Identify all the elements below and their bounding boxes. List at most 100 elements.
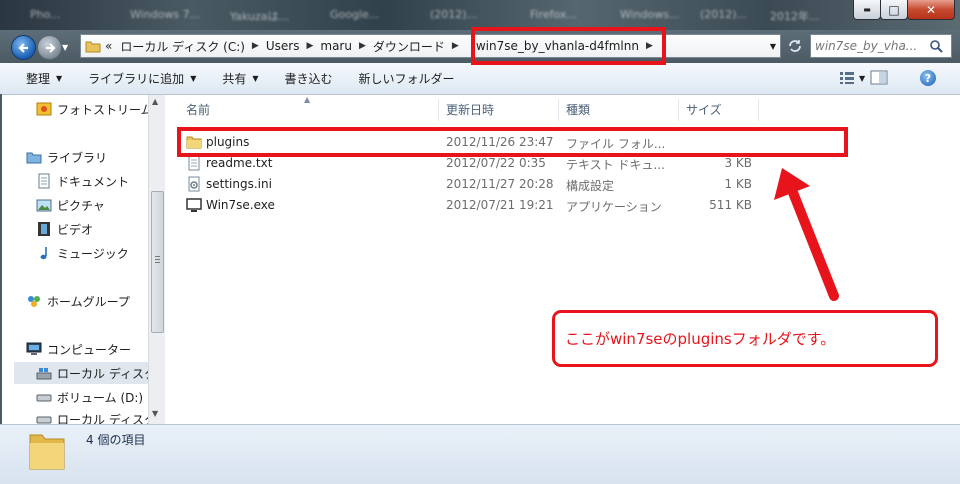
chevron-down-icon: ▼ bbox=[56, 74, 63, 83]
share-label: 共有 bbox=[222, 72, 247, 86]
close-button[interactable]: ✕ bbox=[907, 0, 955, 20]
picture-icon bbox=[36, 197, 52, 213]
new-folder-label: 新しいフォルダー bbox=[358, 72, 455, 86]
folder-icon bbox=[85, 41, 101, 53]
breadcrumb-chevron-icon[interactable]: ▶ bbox=[303, 41, 316, 51]
nav-item-label: コンピューター bbox=[47, 342, 132, 357]
nav-item-label: ローカル ディスク bbox=[57, 412, 148, 425]
navigation-pane: フォトストリーム ライブラリ ドキュメント ピクチャ ビデオ ミュージック ホー… bbox=[14, 95, 148, 424]
folder-icon bbox=[28, 429, 66, 474]
search-icon[interactable] bbox=[929, 39, 943, 53]
navigation-scrollbar[interactable]: ▲ ▼ bbox=[148, 95, 165, 424]
annotation-arrow-icon bbox=[774, 168, 839, 301]
breadcrumb-downloads[interactable]: ダウンロード bbox=[369, 38, 449, 55]
command-bar: 整理 ▼ ライブラリに追加 ▼ 共有 ▼ 書き込む 新しいフォルダー ▼ ? bbox=[0, 63, 960, 95]
breadcrumb-overflow[interactable]: « bbox=[101, 39, 116, 53]
homegroup-icon bbox=[26, 293, 42, 309]
item-count: 4 個の項目 bbox=[86, 433, 146, 447]
nav-item-volume-d[interactable]: ボリューム (D:) bbox=[36, 386, 143, 408]
column-header-type[interactable]: 種類 bbox=[566, 101, 590, 118]
nav-item-computer[interactable]: コンピューター bbox=[26, 338, 131, 360]
preview-pane-button[interactable] bbox=[870, 70, 888, 89]
share-button[interactable]: 共有 ▼ bbox=[214, 70, 266, 87]
recent-pages-caret-icon[interactable]: ▼ bbox=[62, 43, 68, 52]
column-divider[interactable] bbox=[558, 99, 559, 121]
column-header-name[interactable]: 名前 bbox=[186, 101, 210, 118]
annotation-text: ここがwin7seのpluginsフォルダです。 bbox=[565, 330, 836, 348]
details-pane: 4 個の項目 bbox=[0, 424, 960, 484]
refresh-button[interactable] bbox=[785, 36, 805, 56]
nav-item-documents[interactable]: ドキュメント bbox=[36, 170, 129, 192]
video-icon bbox=[36, 221, 52, 237]
nav-item-library[interactable]: ライブラリ bbox=[26, 146, 107, 168]
blurred-tab-title: Windows 7... bbox=[130, 8, 201, 21]
minimize-button[interactable]: ▬ bbox=[853, 0, 881, 20]
back-arrow-icon bbox=[17, 42, 28, 53]
nav-item-pictures[interactable]: ピクチャ bbox=[36, 194, 105, 216]
column-header-modified[interactable]: 更新日時 bbox=[446, 101, 494, 118]
annotation-plugins-highlight bbox=[177, 127, 848, 157]
help-icon[interactable]: ? bbox=[920, 70, 936, 86]
blurred-tab-title: Windows... bbox=[620, 8, 680, 21]
refresh-icon bbox=[789, 40, 801, 52]
add-to-library-button[interactable]: ライブラリに追加 ▼ bbox=[80, 70, 204, 87]
nav-item-local-disk[interactable]: ローカル ディスク bbox=[36, 408, 148, 424]
annotation-callout: ここがwin7seのpluginsフォルダです。 bbox=[552, 310, 938, 367]
file-type: 構成設定 bbox=[566, 179, 615, 193]
breadcrumb-users[interactable]: Users bbox=[262, 39, 304, 53]
scroll-thumb[interactable] bbox=[151, 191, 164, 333]
nav-item-music[interactable]: ミュージック bbox=[36, 242, 129, 264]
minimize-icon: ▬ bbox=[863, 5, 871, 14]
blurred-tab-title: Google... bbox=[330, 8, 380, 21]
annotation-address-highlight bbox=[471, 27, 666, 65]
nav-item-homegroup[interactable]: ホームグループ bbox=[26, 290, 130, 312]
search-input[interactable] bbox=[811, 38, 929, 54]
view-list-icon bbox=[840, 72, 854, 84]
scroll-up-icon[interactable]: ▲ bbox=[152, 97, 158, 106]
breadcrumb-chevron-icon[interactable]: ▶ bbox=[249, 41, 262, 51]
maximize-button[interactable]: □ bbox=[880, 0, 908, 20]
text-file-icon bbox=[186, 155, 202, 174]
organize-button[interactable]: 整理 ▼ bbox=[18, 70, 70, 87]
settings-file-icon bbox=[186, 176, 202, 195]
nav-item-photostream[interactable]: フォトストリーム bbox=[36, 98, 148, 120]
chevron-down-icon: ▼ bbox=[252, 74, 259, 83]
column-header-size[interactable]: サイズ bbox=[686, 101, 722, 118]
nav-item-local-disk-c[interactable]: ローカル ディスク (C:) bbox=[14, 362, 148, 384]
file-name: Win7se.exe bbox=[206, 198, 275, 212]
library-icon bbox=[26, 149, 42, 165]
chevron-down-icon: ▼ bbox=[859, 73, 866, 83]
volume-icon bbox=[36, 389, 52, 405]
back-button[interactable] bbox=[11, 35, 36, 60]
column-divider[interactable] bbox=[758, 99, 759, 121]
nav-item-label: ドキュメント bbox=[57, 174, 130, 189]
nav-item-label: ホームグループ bbox=[47, 294, 130, 309]
breadcrumb-local-disk[interactable]: ローカル ディスク (C:) bbox=[116, 38, 249, 55]
file-size: 3 KB bbox=[724, 156, 752, 170]
file-size: 1 KB bbox=[724, 177, 752, 191]
file-name: settings.ini bbox=[206, 177, 272, 191]
breadcrumb-chevron-icon[interactable]: ▶ bbox=[449, 41, 462, 51]
scroll-down-icon[interactable]: ▼ bbox=[152, 409, 158, 418]
file-modified: 2012/07/22 0:35 bbox=[446, 156, 546, 170]
local-disk-icon bbox=[36, 411, 52, 424]
close-icon: ✕ bbox=[925, 2, 937, 17]
breadcrumb-chevron-icon[interactable]: ▶ bbox=[356, 41, 369, 51]
breadcrumb-maru[interactable]: maru bbox=[316, 39, 356, 53]
nav-item-label: ビデオ bbox=[57, 222, 94, 237]
nav-item-videos[interactable]: ビデオ bbox=[36, 218, 93, 240]
nav-item-label: フォトストリーム bbox=[57, 102, 148, 117]
column-divider[interactable] bbox=[438, 99, 439, 121]
search-box[interactable] bbox=[810, 34, 952, 58]
burn-button[interactable]: 書き込む bbox=[277, 70, 341, 87]
title-bar: Pho... Windows 7... Yakuzaは... Google...… bbox=[0, 0, 960, 30]
forward-button[interactable] bbox=[37, 35, 62, 60]
column-divider[interactable] bbox=[678, 99, 679, 121]
blurred-tab-title: Yakuzaは... bbox=[230, 10, 289, 23]
organize-label: 整理 bbox=[26, 72, 51, 86]
address-dropdown-icon[interactable]: ▼ bbox=[770, 42, 776, 51]
file-name: readme.txt bbox=[206, 156, 273, 170]
address-field[interactable]: « ローカル ディスク (C:) ▶ Users ▶ maru ▶ ダウンロード… bbox=[80, 34, 781, 58]
new-folder-button[interactable]: 新しいフォルダー bbox=[351, 70, 463, 87]
change-view-button[interactable]: ▼ bbox=[840, 72, 865, 84]
